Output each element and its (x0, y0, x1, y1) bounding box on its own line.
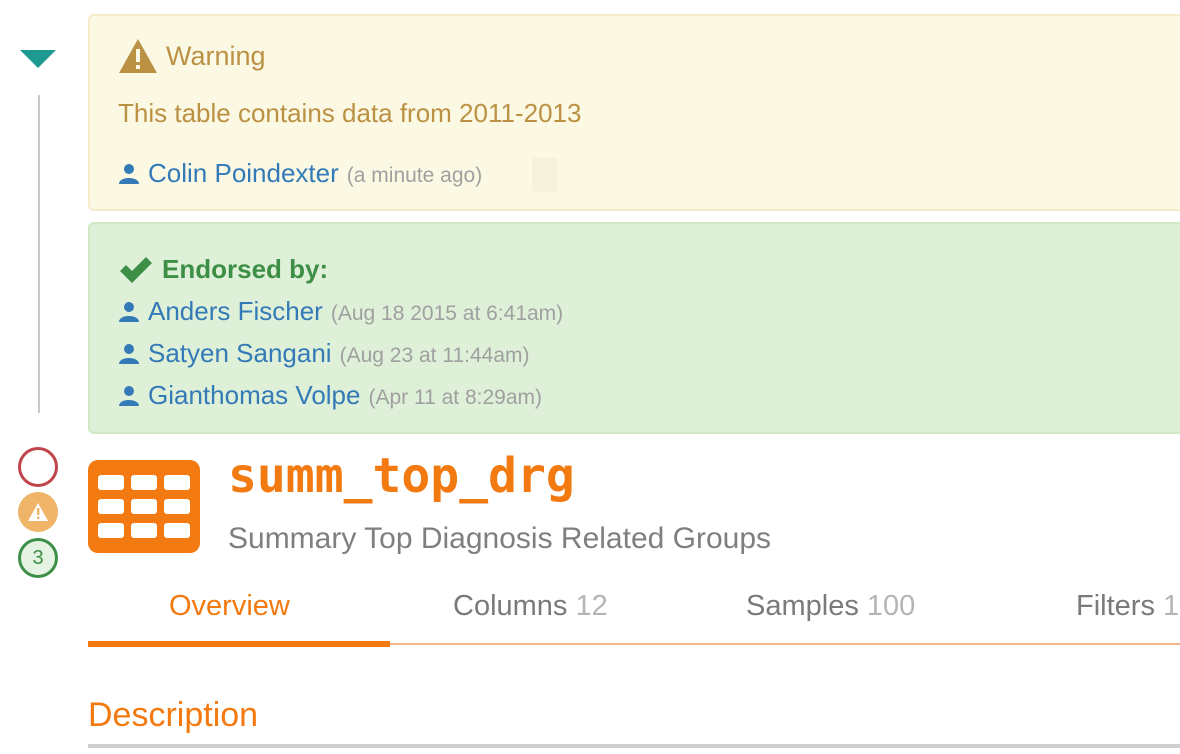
edit-warning-button[interactable] (532, 158, 558, 192)
tab-label: Samples (746, 590, 859, 622)
warning-timestamp: (a minute ago) (346, 164, 483, 187)
checkmark-icon (120, 256, 152, 283)
user-icon (119, 163, 139, 184)
empty-circle-icon[interactable] (18, 447, 58, 487)
endorser-row: Satyen Sangani (Aug 23 at 11:44am) (118, 338, 530, 369)
table-description: Summary Top Diagnosis Related Groups (228, 522, 772, 555)
tab-label: Overview (169, 590, 290, 622)
warning-author: Colin Poindexter (a minute ago) (118, 158, 482, 189)
warning-triangle-icon (119, 39, 157, 73)
endorsement-timestamp: (Aug 23 at 11:44am) (339, 344, 530, 367)
endorser-row: Anders Fischer (Aug 18 2015 at 6:41am) (118, 296, 563, 327)
user-icon (119, 385, 139, 406)
active-tab-indicator (88, 641, 390, 647)
warning-heading: Warning (118, 38, 266, 74)
section-divider (88, 744, 1180, 748)
endorsement-count: 3 (32, 546, 44, 569)
warning-icon (28, 503, 48, 521)
warning-alert: Warning This table contains data from 20… (88, 14, 1180, 211)
endorsements-title: Endorsed by: (162, 254, 329, 284)
tab-label: Filters (1076, 590, 1155, 622)
collapse-caret-icon[interactable] (20, 50, 56, 68)
table-name: summ_top_drg (228, 448, 575, 504)
description-heading: Description (88, 696, 259, 734)
tab-count: 1 (1163, 590, 1180, 622)
warning-title: Warning (166, 40, 266, 71)
tab-filters[interactable]: Filters 1 (1076, 590, 1179, 623)
tab-samples[interactable]: Samples 100 (746, 590, 915, 623)
endorser-row: Gianthomas Volpe (Apr 11 at 8:29am) (118, 380, 542, 411)
endorsement-timestamp: (Apr 11 at 8:29am) (368, 386, 542, 409)
tab-count: 12 (575, 590, 608, 622)
tab-bar: Overview Columns 12 Samples 100 Filters … (88, 585, 1180, 647)
timeline-line (38, 95, 40, 413)
user-icon (119, 343, 139, 364)
tab-columns[interactable]: Columns 12 (453, 590, 608, 623)
endorsements-heading: Endorsed by: (118, 254, 328, 285)
tab-overview[interactable]: Overview (169, 590, 290, 623)
warning-message: This table contains data from 2011-2013 (118, 98, 582, 128)
user-icon (119, 301, 139, 322)
endorser-link[interactable]: Anders Fischer (148, 296, 323, 327)
endorsement-count-badge[interactable]: 3 (18, 538, 58, 578)
tab-label: Columns (453, 590, 568, 622)
endorsements-panel: Endorsed by: Anders Fischer (Aug 18 2015… (88, 222, 1180, 434)
author-link[interactable]: Colin Poindexter (148, 158, 339, 189)
table-icon (88, 460, 200, 553)
endorsement-timestamp: (Aug 18 2015 at 6:41am) (330, 302, 564, 325)
endorser-link[interactable]: Gianthomas Volpe (148, 380, 360, 411)
tab-count: 100 (866, 590, 916, 622)
warning-badge-icon[interactable] (18, 492, 58, 532)
endorser-link[interactable]: Satyen Sangani (148, 338, 332, 369)
